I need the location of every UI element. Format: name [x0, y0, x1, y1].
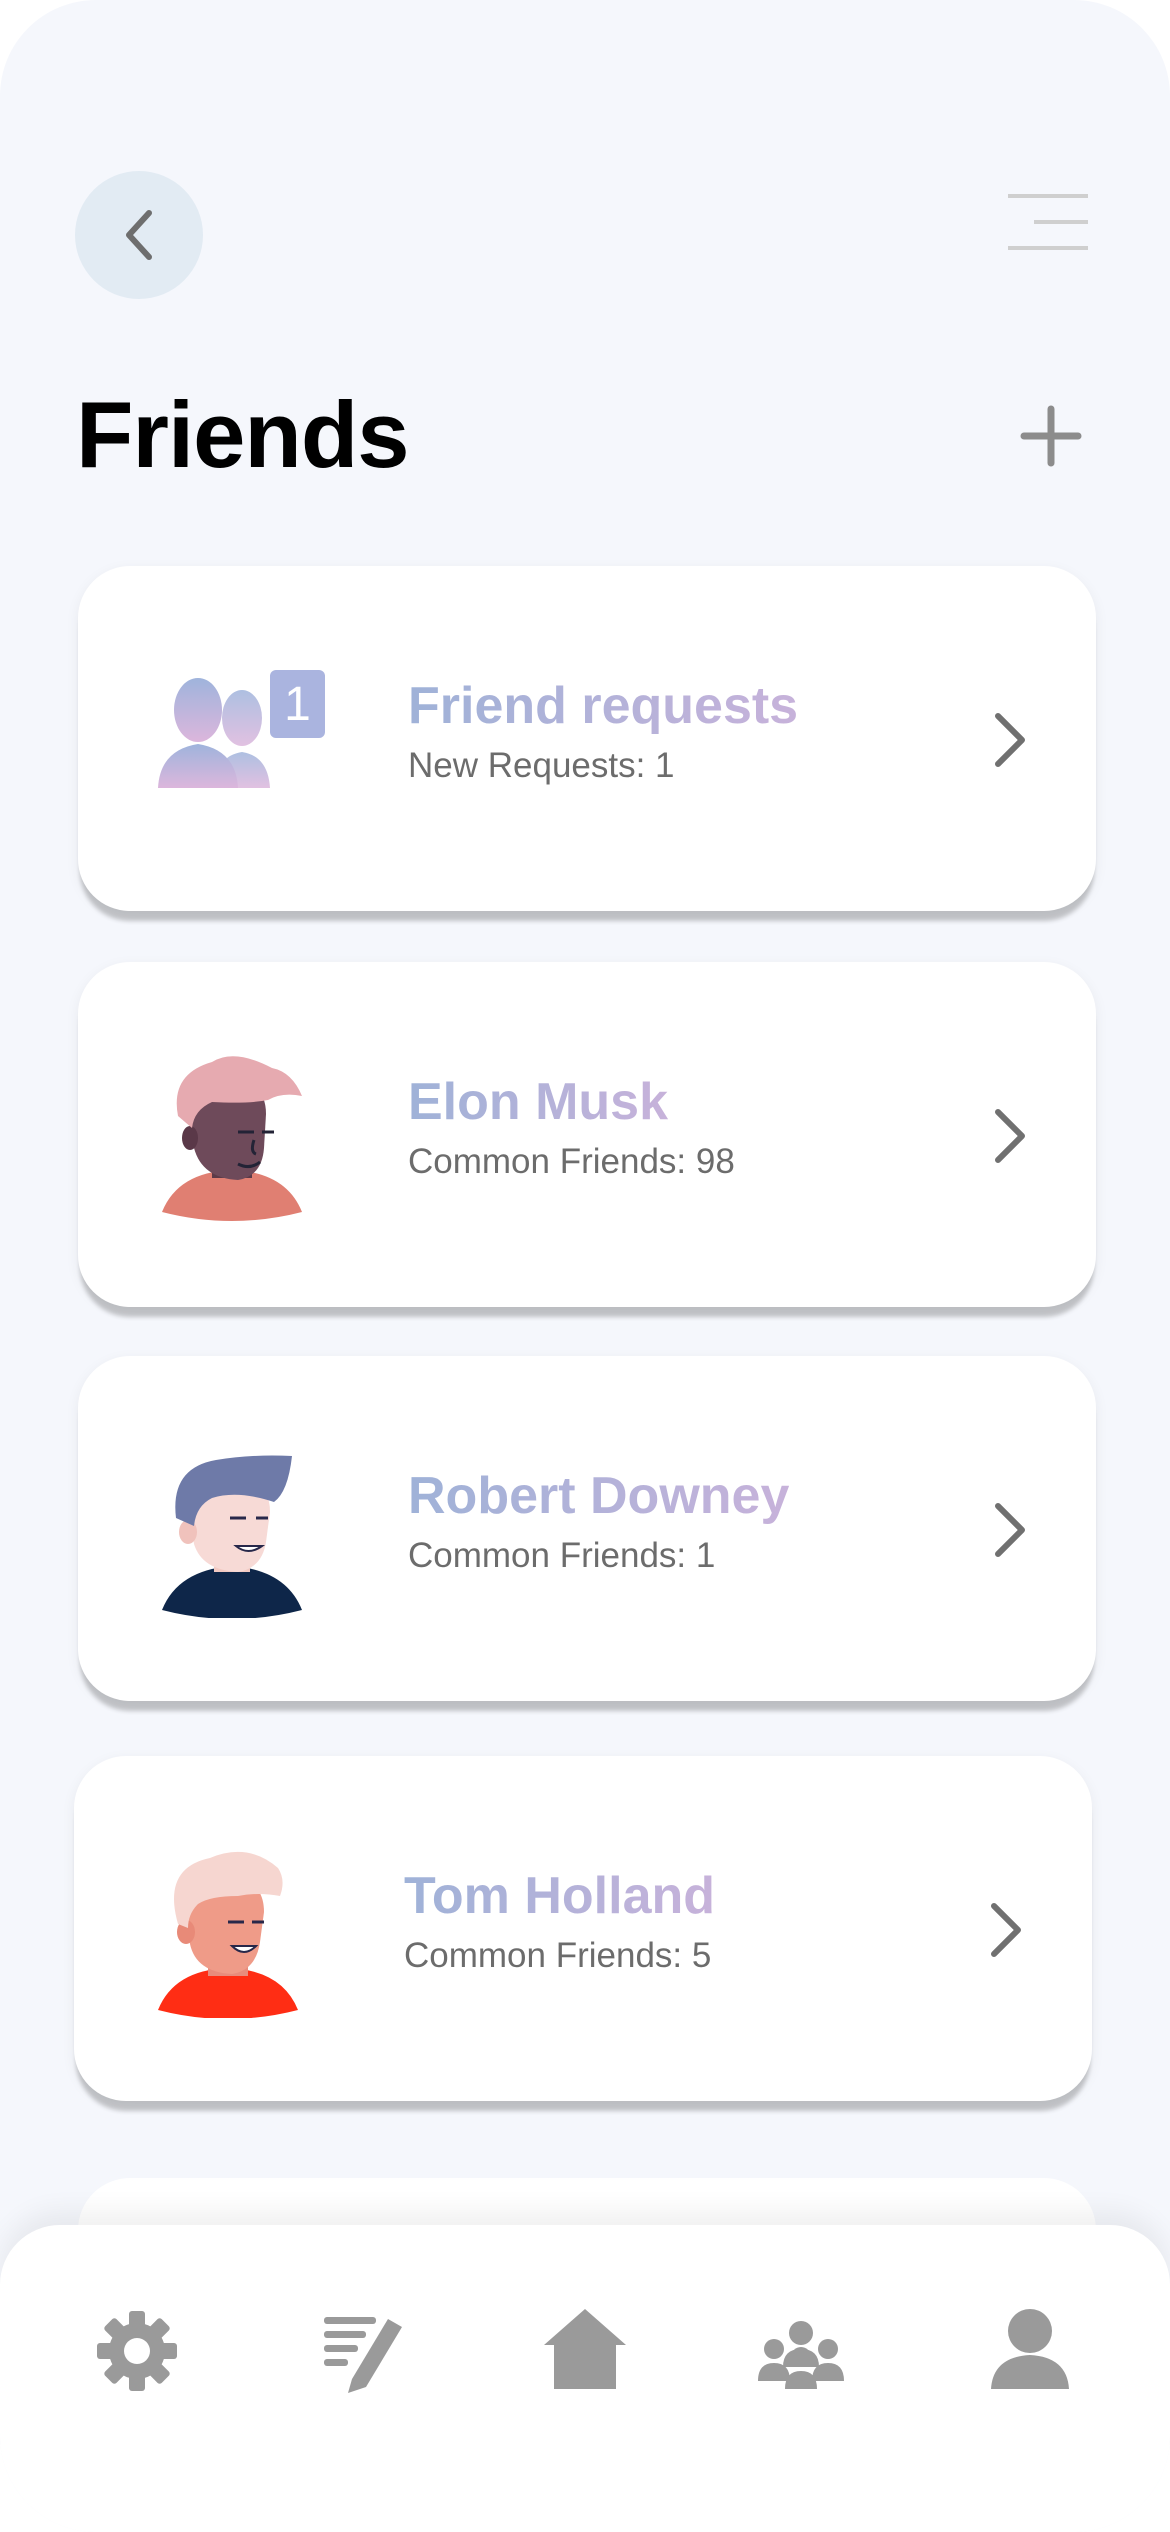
friend-common-count: Common Friends: 5: [404, 1936, 712, 1975]
friends-screen: Friends 1 Friend requests New Requests: …: [0, 0, 1170, 2532]
friend-name: Elon Musk: [408, 1073, 669, 1131]
request-badge: 1: [270, 670, 325, 738]
friend-common-count: Common Friends: 1: [408, 1536, 716, 1575]
friend-name: Robert Downey: [408, 1467, 790, 1525]
page-title: Friends: [76, 382, 410, 487]
back-button[interactable]: [75, 171, 203, 299]
friend-requests-title: Friend requests: [408, 677, 799, 735]
home-icon[interactable]: [540, 2305, 630, 2395]
menu-lines-icon[interactable]: [1006, 192, 1090, 252]
friend-card[interactable]: Elon Musk Common Friends: 98: [78, 962, 1096, 1307]
friend-requests-subtitle: New Requests: 1: [408, 746, 675, 785]
avatar: [158, 1851, 298, 2018]
friend-common-count: Common Friends: 98: [408, 1142, 735, 1181]
chevron-right-icon: [991, 1903, 1021, 1957]
friend-card[interactable]: Robert Downey Common Friends: 1: [78, 1356, 1096, 1701]
chevron-right-icon: [995, 1109, 1025, 1163]
plus-icon[interactable]: [1020, 405, 1082, 467]
group-icon[interactable]: [756, 2305, 846, 2395]
avatar: [162, 1455, 302, 1618]
gear-icon[interactable]: [92, 2305, 182, 2395]
avatar: [162, 1056, 302, 1221]
friend-requests-card[interactable]: 1 Friend requests New Requests: 1: [78, 566, 1096, 911]
friend-card[interactable]: Tom Holland Common Friends: 5: [74, 1756, 1092, 2101]
chevron-left-icon: [126, 210, 152, 260]
friend-name: Tom Holland: [404, 1867, 716, 1925]
profile-icon[interactable]: [985, 2305, 1075, 2395]
edit-list-icon[interactable]: [318, 2305, 408, 2395]
chevron-right-icon: [995, 1503, 1025, 1557]
tab-bar: [0, 2225, 1170, 2532]
chevron-right-icon: [995, 713, 1025, 767]
